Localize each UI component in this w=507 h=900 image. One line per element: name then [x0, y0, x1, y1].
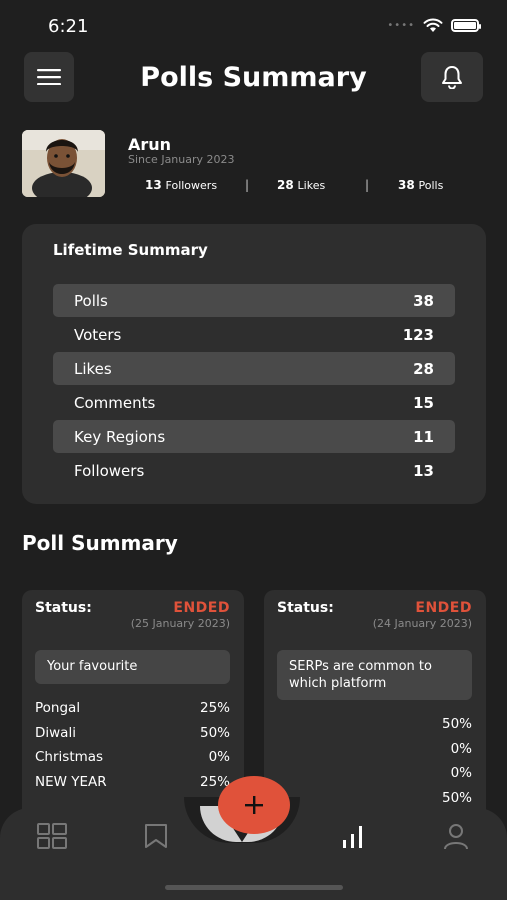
row-value: 13 [413, 461, 434, 480]
option-percent: 0% [450, 740, 472, 757]
poll-date: (25 January 2023) [130, 617, 230, 630]
status-time: 6:21 [48, 16, 89, 37]
lifetime-row-comments: Comments 15 [53, 386, 455, 419]
poll-option: 0% [277, 741, 472, 766]
option-percent: 50% [441, 716, 472, 732]
poll-question: SERPs are common to which platform [277, 650, 472, 700]
option-label: Pongal [35, 700, 81, 716]
wifi-icon [423, 18, 443, 32]
stat-value: 28 [277, 178, 294, 192]
chart-icon [343, 826, 362, 848]
poll-date: (24 January 2023) [372, 617, 472, 630]
bookmark-icon [145, 824, 167, 848]
signal-dots-icon: •••• [387, 20, 415, 31]
tab-profile[interactable] [440, 820, 472, 852]
stat-followers[interactable]: 13 Followers [145, 178, 217, 192]
poll-option: Pongal 25% [35, 700, 230, 725]
stat-likes[interactable]: 28 Likes [277, 178, 325, 192]
poll-option: NEW YEAR 25% [35, 774, 230, 799]
row-value: 15 [413, 393, 434, 412]
poll-status-badge: ENDED [173, 600, 230, 616]
stat-polls[interactable]: 38 Polls [398, 178, 443, 192]
status-icons: •••• [387, 18, 481, 33]
tab-dashboard[interactable] [36, 820, 68, 852]
stat-label: Followers [165, 179, 218, 192]
profile-name: Arun [128, 135, 172, 154]
poll-summary-title: Poll Summary [22, 531, 178, 555]
profile-icon [444, 824, 468, 850]
lifetime-row-voters: Voters 123 [53, 318, 455, 351]
stat-label: Likes [297, 179, 326, 192]
row-label: Polls [74, 291, 108, 310]
lifetime-row-likes: Likes 28 [53, 352, 455, 385]
stat-label: Polls [418, 179, 444, 192]
row-label: Likes [74, 359, 112, 378]
poll-options: Pongal 25% Diwali 50% Christmas 0% NEW Y… [35, 700, 230, 798]
stat-divider: | [365, 178, 370, 192]
poll-card[interactable]: Status: ENDED (24 January 2023) SERPs ar… [264, 590, 486, 830]
status-bar: 6:21 •••• [0, 0, 507, 50]
dashboard-icon [37, 823, 67, 849]
notifications-button[interactable] [421, 52, 483, 102]
row-label: Comments [74, 393, 156, 412]
stat-divider: | [245, 178, 250, 192]
tab-stats[interactable] [337, 820, 369, 852]
option-percent: 0% [450, 765, 472, 781]
poll-status-badge: ENDED [415, 600, 472, 616]
poll-options: 50% 0% 0% 50% [277, 716, 472, 814]
option-percent: 50% [199, 724, 230, 741]
row-label: Voters [74, 325, 122, 344]
poll-question: Your favourite [35, 650, 230, 684]
option-label: NEW YEAR [35, 773, 107, 790]
poll-status-label: Status: [35, 600, 92, 616]
plus-icon [245, 796, 263, 814]
lifetime-summary-card: Lifetime Summary Polls 38 Voters 123 Lik… [22, 224, 486, 504]
poll-option: Christmas 0% [35, 749, 230, 774]
poll-option: 0% [277, 765, 472, 790]
bell-icon [442, 66, 462, 89]
poll-option: 50% [277, 716, 472, 741]
avatar-photo [22, 130, 105, 197]
row-value: 28 [413, 359, 434, 378]
profile-since: Since January 2023 [128, 153, 235, 166]
battery-icon [451, 19, 481, 32]
option-percent: 0% [208, 749, 230, 765]
row-value: 123 [402, 325, 434, 344]
avatar[interactable] [22, 130, 105, 197]
row-value: 38 [413, 291, 434, 310]
home-indicator [165, 885, 343, 890]
option-label: Christmas [35, 749, 104, 765]
poll-status-label: Status: [277, 600, 334, 616]
lifetime-row-key-regions: Key Regions 11 [53, 420, 455, 453]
option-percent: 25% [199, 700, 230, 716]
stat-value: 38 [398, 178, 415, 192]
row-value: 11 [413, 427, 434, 446]
row-label: Key Regions [74, 427, 166, 446]
poll-option: Diwali 50% [35, 725, 230, 750]
lifetime-row-followers: Followers 13 [53, 454, 455, 487]
option-label: Diwali [35, 724, 76, 741]
lifetime-row-polls: Polls 38 [53, 284, 455, 317]
add-poll-button[interactable] [218, 776, 290, 834]
lifetime-summary-title: Lifetime Summary [53, 241, 208, 259]
stat-value: 13 [145, 178, 162, 192]
poll-card[interactable]: Status: ENDED (25 January 2023) Your fav… [22, 590, 244, 830]
row-label: Followers [74, 461, 145, 480]
tab-bookmarks[interactable] [140, 820, 172, 852]
